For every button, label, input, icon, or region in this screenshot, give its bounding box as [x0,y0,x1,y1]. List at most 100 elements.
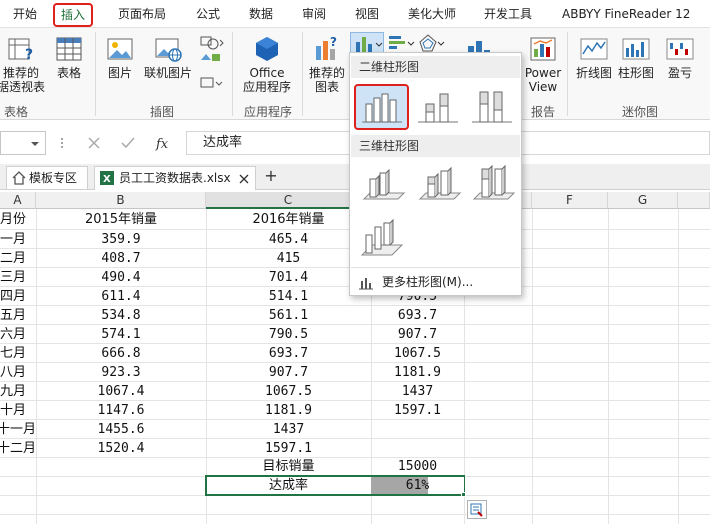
cell-a12[interactable]: 十一月 [0,420,36,439]
tab-developer[interactable]: 开发工具 [484,5,532,25]
cell-d6[interactable]: 693.7 [371,306,464,325]
cell-target-label[interactable]: 目标销量 [206,457,371,476]
cell-c2[interactable]: 465.4 [206,230,371,249]
recommended-pivot-button[interactable]: ? 推荐的 据透视表 [0,34,48,94]
3d-clustered-column-option[interactable] [358,163,406,205]
tab-insert[interactable]: 插入 [53,3,94,27]
cell-c12[interactable]: 1437 [206,420,371,439]
cell-d13[interactable] [371,439,464,458]
cell-rate-label[interactable]: 达成率 [206,476,371,495]
file-tab[interactable]: X 员工工资数据表.xlsx [94,166,256,190]
cell-target-value[interactable]: 15000 [371,457,464,476]
sparkline-winloss-button[interactable]: 盈亏 [660,34,700,80]
3d-column-option[interactable] [358,217,406,259]
cell-c10[interactable]: 1067.5 [206,382,371,401]
cell-b13[interactable]: 1520.4 [36,439,206,458]
cell-b7[interactable]: 574.1 [36,325,206,344]
cell-a6[interactable]: 五月 [0,306,36,325]
cell-d12[interactable] [371,420,464,439]
cell-b9[interactable]: 923.3 [36,363,206,382]
tab-view[interactable]: 视图 [355,5,379,25]
close-tab-icon[interactable] [239,174,249,184]
sparkline-column-button[interactable]: 柱形图 [616,34,656,80]
table-button[interactable]: 表格 [52,34,86,80]
percent-stacked-column-option[interactable] [468,86,516,128]
tab-formulas[interactable]: 公式 [196,5,220,25]
stacked-column-option[interactable] [414,86,462,128]
cell-c5[interactable]: 514.1 [206,287,371,306]
cancel-icon[interactable] [82,131,106,155]
cell-c9[interactable]: 907.7 [206,363,371,382]
template-zone-tab[interactable]: 模板专区 [6,166,88,189]
sparkline-line-button[interactable]: 折线图 [574,34,614,80]
cell-a8[interactable]: 七月 [0,344,36,363]
cell-d8[interactable]: 1067.5 [371,344,464,363]
column-header-c[interactable]: C [206,192,371,209]
cell-d9[interactable]: 1181.9 [371,363,464,382]
cell-b12[interactable]: 1455.6 [36,420,206,439]
power-view-button[interactable]: Power View [524,34,562,94]
tab-page-layout[interactable]: 页面布局 [118,5,166,25]
cell-d7[interactable]: 907.7 [371,325,464,344]
cell-c6[interactable]: 561.1 [206,306,371,325]
cell-d11[interactable]: 1597.1 [371,401,464,420]
cell-a4[interactable]: 三月 [0,268,36,287]
column-header-b[interactable]: B [36,192,206,209]
column-header-a[interactable]: A [0,192,36,209]
cell-d10[interactable]: 1437 [371,382,464,401]
column-header-f[interactable]: F [532,192,608,209]
cell-rate-value[interactable]: 61% [371,476,464,495]
office-apps-button[interactable]: Office 应用程序 [236,34,298,94]
insert-function-icon[interactable]: fx [152,131,176,155]
cell-b6[interactable]: 534.8 [36,306,206,325]
name-box[interactable] [0,131,46,155]
cell-b1[interactable]: 2015年销量 [36,210,206,229]
cell-b10[interactable]: 1067.4 [36,382,206,401]
cell-b11[interactable]: 1147.6 [36,401,206,420]
cell-b5[interactable]: 611.4 [36,287,206,306]
cell-b4[interactable]: 490.4 [36,268,206,287]
recommended-charts-button[interactable]: ? 推荐的 图表 [306,34,348,94]
cell-a11[interactable]: 十月 [0,401,36,420]
cell-c13[interactable]: 1597.1 [206,439,371,458]
cell-b2[interactable]: 359.9 [36,230,206,249]
cell-a1[interactable]: 月份 [0,210,36,229]
clustered-column-option[interactable] [354,84,409,130]
tab-beautify-master[interactable]: 美化大师 [408,5,456,25]
cell-a3[interactable]: 二月 [0,249,36,268]
enter-check-icon[interactable] [116,131,140,155]
tab-abbyy-finereader[interactable]: ABBYY FineReader 12 [562,5,690,25]
cell-c8[interactable]: 693.7 [206,344,371,363]
column-chart-button[interactable] [350,32,384,54]
online-picture-button[interactable]: 联机图片 [142,34,194,80]
more-column-charts-item[interactable]: 更多柱形图(M)... [354,271,518,293]
3d-percent-stacked-column-option[interactable] [468,163,516,205]
tab-review[interactable]: 审阅 [302,5,326,25]
3d-stacked-column-option[interactable] [414,163,462,205]
cell-a5[interactable]: 四月 [0,287,36,306]
dropdown-arrow-icon[interactable] [29,132,41,156]
tab-home[interactable]: 开始 [13,5,37,25]
bar-chart-button[interactable] [386,32,416,54]
picture-button[interactable]: 图片 [103,34,137,80]
add-tab-button[interactable]: + [260,166,282,188]
radar-chart-button[interactable] [416,32,446,54]
cell-b8[interactable]: 666.8 [36,344,206,363]
cell-a13[interactable]: 十二月 [0,439,36,458]
cell-a7[interactable]: 六月 [0,325,36,344]
cell-c11[interactable]: 1181.9 [206,401,371,420]
cell-a2[interactable]: 一月 [0,230,36,249]
tab-data[interactable]: 数据 [249,5,273,25]
cell-c4[interactable]: 701.4 [206,268,371,287]
fill-handle[interactable] [461,492,466,497]
cell-a10[interactable]: 九月 [0,382,36,401]
cell-a9[interactable]: 八月 [0,363,36,382]
cell-c1[interactable]: 2016年销量 [206,210,371,229]
quick-analysis-button[interactable] [467,500,487,519]
column-header-g[interactable]: G [608,192,678,209]
cell-c3[interactable]: 415 [206,249,371,268]
column-header-h[interactable] [678,192,710,209]
cell-b3[interactable]: 408.7 [36,249,206,268]
cell-c7[interactable]: 790.5 [206,325,371,344]
shapes-small-buttons[interactable] [198,34,226,94]
